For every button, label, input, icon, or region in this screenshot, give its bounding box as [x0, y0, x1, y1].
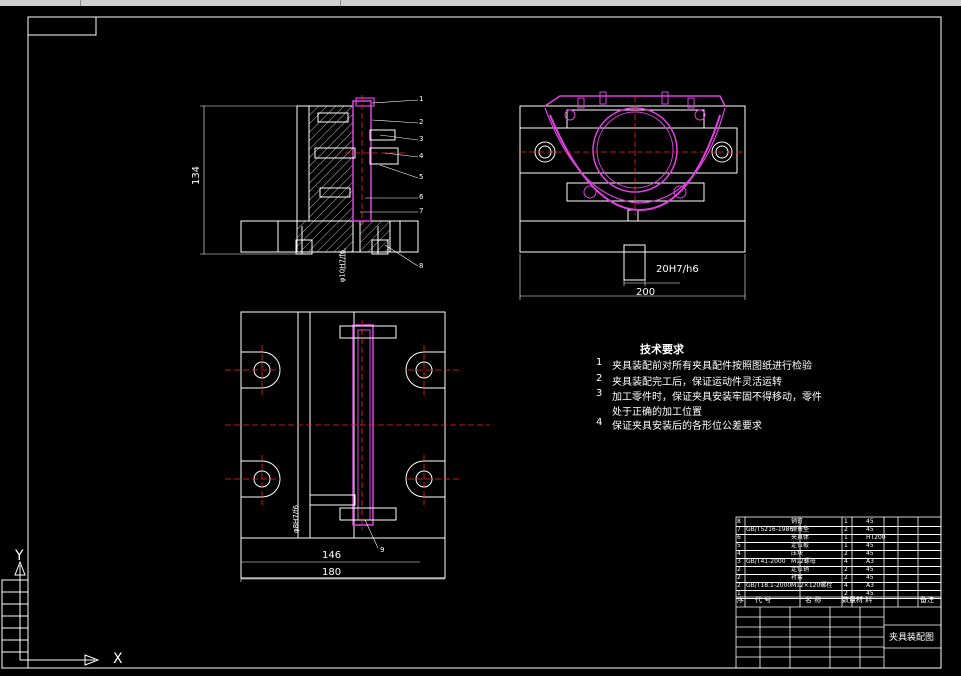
parts-row-name: 压块: [791, 550, 804, 557]
title-block: [735, 516, 942, 669]
parts-row-code: GB/T5216-1986: [746, 526, 794, 533]
dim-bottom-outer: 180: [322, 567, 342, 578]
parts-row-name: M12×120螺栓: [791, 582, 833, 589]
tech-req-text: 夹具装配前对所有夹具配件按照图纸进行检验: [612, 361, 812, 372]
parts-row-mat: 45: [866, 574, 874, 581]
tech-req-text: 处于正确的加工位置: [612, 407, 702, 418]
parts-row-name: 定位销: [791, 566, 810, 573]
y-axis-label: Y: [15, 548, 24, 564]
locating-key: [623, 244, 646, 281]
balloon-label: 3: [419, 135, 424, 143]
dim-front-width: 200: [636, 287, 656, 298]
parts-row-name: M12螺母: [791, 558, 816, 565]
parts-row-mat: 45: [866, 566, 874, 573]
parts-row-no: 2: [737, 574, 741, 581]
balloon-label: 6: [419, 193, 424, 201]
parts-row-no: 2: [737, 566, 741, 573]
balloon-label: 4: [419, 152, 424, 160]
parts-row-qty: 4: [844, 558, 848, 565]
parts-row-divider: [736, 574, 941, 575]
parts-row-qty: 2: [844, 550, 848, 557]
parts-row-code: GB/T41-2000: [746, 558, 786, 565]
parts-row-no: 2: [737, 582, 741, 589]
parts-row-qty: 2: [844, 526, 848, 533]
side-section-view: [200, 95, 419, 270]
parts-header-mat: 材 料: [856, 596, 873, 604]
parts-row-no: 7: [737, 526, 741, 533]
parts-row-qty: 1: [844, 534, 848, 541]
parts-row-name: 衬套: [791, 574, 804, 581]
parts-row-divider: [736, 566, 941, 567]
parts-row-divider: [736, 542, 941, 543]
dim-left-height: 134: [191, 165, 203, 186]
parts-header-no: 序: [737, 596, 744, 604]
parts-row-mat: HT200: [866, 534, 886, 541]
tech-req-num: 4: [596, 417, 603, 428]
balloon-label: 1: [419, 95, 424, 103]
top-view: [225, 311, 490, 582]
parts-row-mat: 45: [866, 542, 874, 549]
parts-row-divider: [736, 550, 941, 551]
frame-corner-box: [27, 16, 97, 36]
ucs-axis-icon: [1, 560, 100, 669]
section-base-hatch: [296, 220, 354, 253]
parts-row-mat: A3: [866, 558, 874, 565]
parts-header-name: 名 称: [805, 596, 822, 604]
tech-req-text: 加工零件时，保证夹具安装牢固不得移动，零件: [612, 392, 822, 403]
parts-row-name: 销钉: [791, 518, 804, 525]
dim-bottom-fit: φ8H7/f6: [292, 504, 301, 534]
section-web: [296, 105, 310, 222]
parts-row-name: 定位板: [791, 542, 810, 549]
tech-req-num: 2: [596, 373, 603, 384]
balloon-label: 8: [419, 262, 424, 270]
section-base-hatch-right: [359, 220, 391, 253]
parts-row-no: 5: [737, 542, 741, 549]
balloon-label: 5: [419, 173, 424, 181]
parts-row-name: 夹具体: [791, 534, 810, 541]
parts-row-divider: [736, 590, 941, 591]
parts-row-mat: 45: [866, 526, 874, 533]
parts-row-qty: 1: [844, 542, 848, 549]
front-view: [519, 91, 746, 300]
parts-row-mat: A3: [866, 582, 874, 589]
parts-row-no: 8: [737, 518, 741, 525]
parts-row-mat: 45: [866, 518, 874, 525]
dim-bottom-inner: 146: [322, 550, 342, 561]
parts-row-divider: [736, 534, 941, 535]
x-axis-label: X: [113, 651, 123, 667]
parts-row-mat: 45: [866, 550, 874, 557]
balloon-label: 2: [419, 118, 424, 126]
tech-requirements-title: 技术要求: [640, 343, 684, 356]
tech-req-text: 夹具装配完工后，保证运动件灵活运转: [612, 377, 782, 388]
parts-row-qty: 2: [844, 574, 848, 581]
tech-req-num: 3: [596, 388, 603, 399]
section-body: [307, 105, 354, 222]
parts-header-note: 备注: [920, 596, 934, 604]
balloon-label: 9: [380, 546, 385, 554]
balloon-label: 7: [419, 207, 424, 215]
parts-row-qty: 1: [844, 518, 848, 525]
drawing-name: 夹具装配图: [889, 633, 935, 643]
parts-row-qty: 4: [844, 582, 848, 589]
tech-req-text: 保证夹具安装后的各形位公差要求: [612, 421, 762, 432]
dim-front-fit: 20H7/h6: [656, 264, 699, 275]
parts-row-no: 4: [737, 550, 741, 557]
parts-row-no: 3: [737, 558, 741, 565]
parts-row-name: 弹簧垫: [791, 526, 810, 533]
dim-left-fit: φ10H7/f6: [338, 249, 347, 283]
parts-header-code: 代 号: [755, 596, 772, 604]
top-view-base: [240, 537, 446, 579]
tech-req-num: 1: [596, 357, 603, 368]
parts-row-code: GB/T18.1-2000: [746, 582, 792, 589]
parts-row-qty: 2: [844, 566, 848, 573]
front-base: [519, 220, 746, 253]
parts-header-qty: 数量: [842, 596, 856, 604]
parts-row-no: 6: [737, 534, 741, 541]
